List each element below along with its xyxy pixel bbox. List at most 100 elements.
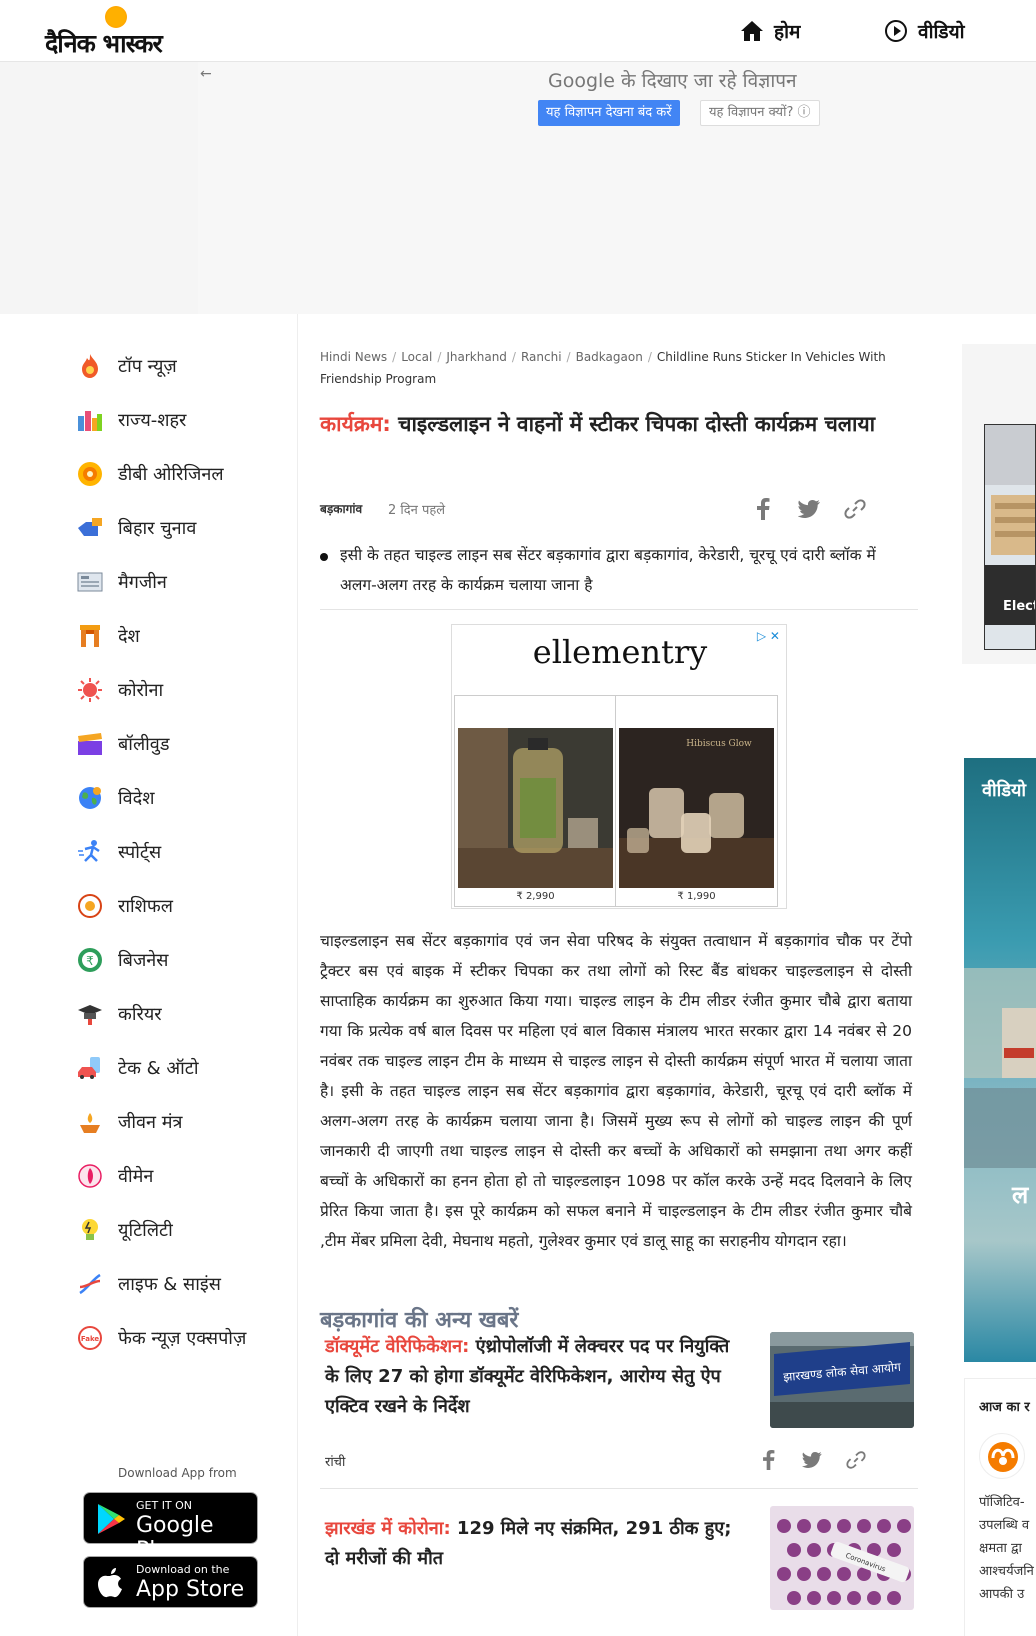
sidebar-item-label: टॉप न्यूज़: [118, 356, 177, 377]
sidebar-item-corona[interactable]: कोरोना: [76, 676, 163, 704]
svg-text:₹: ₹: [86, 954, 94, 968]
divider: [320, 1488, 918, 1489]
twitter-share-icon[interactable]: [800, 1448, 824, 1472]
breadcrumb: Hindi News / Local / Jharkhand / Ranchi / Badkag…: [320, 350, 886, 386]
sidebar-item-country[interactable]: देश: [76, 622, 140, 650]
sidebar-item-label: वीमेन: [118, 1166, 154, 1187]
hand-vote-icon: [76, 514, 104, 542]
breadcrumb-link[interactable]: Badkagaon: [576, 350, 643, 364]
site-logo[interactable]: दैनिक भास्कर: [45, 6, 185, 58]
google-play-small: GET IT ON: [136, 1499, 193, 1512]
sidebar-item-label: लाइफ & साइंस: [118, 1274, 221, 1295]
sidebar-item-label: कोरोना: [118, 680, 164, 701]
sidebar-item-business[interactable]: ₹ बिजनेस: [76, 946, 168, 974]
sidebar-item-women[interactable]: वीमेन: [76, 1162, 153, 1190]
nav-home[interactable]: होम: [740, 18, 800, 44]
nav-video[interactable]: वीडियो: [884, 18, 965, 44]
download-app-label: Download App from: [118, 1466, 237, 1480]
why-ad-button[interactable]: यह विज्ञापन क्यों? ⓘ: [700, 100, 820, 126]
rail-horoscope-text: पॉजिटिव- उपलब्धि व क्षमता द्वा आश्चर्यजन…: [979, 1491, 1036, 1606]
breadcrumb-link[interactable]: Hindi News: [320, 350, 387, 364]
rail-horoscope-line: आपकी उ: [979, 1587, 1025, 1602]
sidebar-item-life-science[interactable]: लाइफ & साइंस: [76, 1270, 221, 1298]
article-time: 2 दिन पहले: [388, 503, 446, 518]
google-play-icon: [98, 1504, 125, 1534]
sidebar-item-fake-news[interactable]: Fake फेक न्यूज़ एक्सपोज़: [76, 1324, 246, 1352]
news-card-title[interactable]: झारखंड में कोरोना: 129 मिले नए संक्रमित,…: [325, 1514, 735, 1574]
ad-product-card[interactable]: ₹ 2,990: [454, 695, 617, 907]
article-body: चाइल्डलाइन सब सेंटर बड़कागांव एवं जन सेव…: [320, 932, 912, 1250]
sidebar-item-label: बॉलीवुड: [118, 734, 170, 755]
sidebar-item-label: करियर: [118, 1004, 162, 1025]
jar-lamp-image: [458, 728, 613, 888]
sidebar-item-label: जीवन मंत्र: [118, 1112, 183, 1133]
news-card-image[interactable]: Coronavirus: [770, 1506, 914, 1610]
summary-bullet: इसी के तहत चाइल्ड लाइन सब सेंटर बड़कागां…: [320, 540, 905, 600]
india-gate-icon: [76, 622, 104, 650]
ad-choices-icon[interactable]: ▷ ✕: [757, 629, 780, 643]
diya-icon: [76, 1108, 104, 1136]
rail-video-title: वीडियो: [982, 780, 1027, 801]
sidebar-item-label: यूटिलिटी: [118, 1220, 173, 1241]
copy-link-icon[interactable]: [842, 496, 868, 522]
apple-icon: [98, 1568, 122, 1598]
virus-icon: [76, 676, 104, 704]
nav-home-label: होम: [774, 21, 801, 43]
flame-icon: [76, 352, 104, 380]
rail-horoscope-block[interactable]: आज का र पॉजिटिव- उपलब्धि व क्षमता द्वा आ…: [964, 1378, 1036, 1636]
sidebar-item-label: राशिफल: [118, 896, 174, 917]
sidebar-item-bollywood[interactable]: बॉलीवुड: [76, 730, 169, 758]
article-location[interactable]: बड़कागांव: [320, 500, 362, 517]
sidebar-item-tech-auto[interactable]: टेक & ऑटो: [76, 1054, 199, 1082]
stop-ad-button[interactable]: यह विज्ञापन देखना बंद करें: [538, 100, 680, 126]
headline-text: चाइल्डलाइन ने वाहनों में स्टीकर चिपका दो…: [390, 412, 876, 436]
google-play-button[interactable]: GET IT ON Google Play: [83, 1492, 258, 1563]
dna-icon: [76, 1270, 104, 1298]
article-column: Hindi News / Local / Jharkhand / Ranchi / Badkag…: [320, 314, 920, 1636]
news-card-kicker: डॉक्यूमेंट वेरिफिकेशन:: [325, 1336, 470, 1357]
sidebar-item-label: स्पोर्ट्स: [118, 842, 162, 863]
twitter-share-icon[interactable]: [796, 496, 822, 522]
rail-news-thumbnail[interactable]: Elect: [984, 424, 1036, 650]
zodiac-icon: [76, 892, 104, 920]
sidebar-item-magazine[interactable]: मैगजीन: [76, 568, 167, 596]
app-store-button[interactable]: Download on the App Store: [83, 1556, 258, 1608]
facebook-share-icon[interactable]: [756, 1448, 780, 1472]
rail-horoscope-title: आज का र: [979, 1400, 1030, 1415]
sidebar-item-db-original[interactable]: डीबी ओरिजिनल: [76, 460, 224, 488]
news-card-title[interactable]: डॉक्यूमेंट वेरिफिकेशन: एंथ्रोपोलॉजी में …: [325, 1332, 735, 1422]
more-news-title: बड़कागांव की अन्य खबरें: [320, 1308, 519, 1333]
sidebar-item-career[interactable]: करियर: [76, 1000, 162, 1028]
magazine-icon: [76, 568, 104, 596]
city-icon: [76, 406, 104, 434]
sidebar-item-state-city[interactable]: राज्य-शहर: [76, 406, 186, 434]
sidebar-item-label: बिजनेस: [118, 950, 169, 971]
graduation-cap-icon: [76, 1000, 104, 1028]
sidebar-item-sports[interactable]: स्पोर्ट्स: [76, 838, 161, 866]
ad-product-price: ₹ 2,990: [516, 891, 555, 902]
breadcrumb-link[interactable]: Jharkhand: [446, 350, 507, 364]
clapperboard-icon: [76, 730, 104, 758]
breadcrumb-link[interactable]: Ranchi: [521, 350, 562, 364]
sidebar-item-utility[interactable]: यूटिलिटी: [76, 1216, 173, 1244]
ad-product-card[interactable]: Hibiscus Glow ₹ 1,990: [615, 695, 778, 907]
sidebar-item-horoscope[interactable]: राशिफल: [76, 892, 173, 920]
facebook-share-icon[interactable]: [750, 496, 776, 522]
breadcrumb-link[interactable]: Local: [401, 350, 432, 364]
sidebar-item-bihar-election[interactable]: बिहार चुनाव: [76, 514, 196, 542]
sidebar-item-label: देश: [118, 626, 140, 647]
news-card-image[interactable]: झारखण्ड लोक सेवा आयोग: [770, 1332, 914, 1428]
rail-video-block[interactable]: वीडियो ल: [964, 758, 1036, 1362]
sidebar-item-jeevan-mantra[interactable]: जीवन मंत्र: [76, 1108, 182, 1136]
copy-link-icon[interactable]: [844, 1448, 868, 1472]
sidebar-item-top-news[interactable]: टॉप न्यूज़: [76, 352, 177, 380]
news-card-location[interactable]: रांची: [325, 1452, 345, 1470]
inline-ad[interactable]: ellementry ▷ ✕ ₹ 2,990 Hibiscus Glow ₹ 1…: [451, 624, 787, 909]
sidebar-item-label: राज्य-शहर: [118, 410, 187, 431]
ad-back-arrow-icon[interactable]: ←: [200, 66, 212, 82]
sidebar: टॉप न्यूज़ राज्य-शहर डीबी ओरिजिनल बिहार …: [0, 314, 298, 1636]
sidebar-item-world[interactable]: विदेश: [76, 784, 154, 812]
fake-stamp-icon: Fake: [76, 1324, 104, 1352]
app-store-small: Download on the: [136, 1563, 230, 1576]
top-ad-area: ← Google के दिखाए जा रहे विज्ञापन यह विज…: [0, 62, 1036, 314]
